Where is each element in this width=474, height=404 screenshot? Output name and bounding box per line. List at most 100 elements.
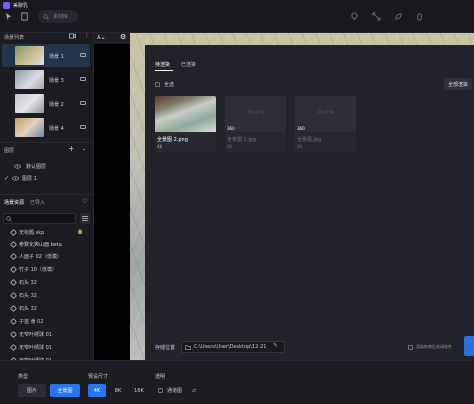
render-dialog: 待渲染 已渲染 全选 全部渲染 全景图 2.png 4K Jing Jing 3… [145, 45, 474, 360]
size-16k-button[interactable]: 16K [129, 384, 149, 397]
list-icon [82, 216, 88, 221]
document-icon[interactable] [20, 12, 29, 21]
panorama-badge: 360 [227, 126, 235, 131]
type-panorama-button[interactable]: 全景图 [50, 384, 80, 397]
swap-icon[interactable]: ⇄ [192, 388, 196, 394]
render-all-button[interactable]: 全部渲染 [444, 78, 472, 90]
save-path-input[interactable]: C:\Users\User\Desktop\12-21 [181, 341, 285, 353]
resource-item[interactable]: 竹子 10（低模） [9, 265, 57, 274]
scene-label: 场景 3 [49, 78, 64, 84]
search-icon [43, 13, 49, 20]
camera-icon[interactable] [80, 101, 86, 105]
model-icon [9, 252, 18, 261]
save-path-value: C:\Users\User\Desktop\12-21 [194, 344, 267, 350]
layer-row[interactable]: ✓ 图层 1 [4, 175, 37, 182]
axis-icon[interactable]: ⅄⌄ [97, 34, 106, 41]
scene-thumbnail [15, 94, 44, 113]
heart-icon[interactable]: ♡ [82, 198, 87, 205]
cursor-icon[interactable] [4, 12, 13, 21]
camera-add-icon[interactable] [69, 33, 76, 39]
select-all-label: 全选 [164, 82, 175, 88]
viewport-toolbar: ⅄⌄ ⚙ [94, 33, 130, 44]
check-icon: ✓ [4, 175, 10, 182]
eye-icon[interactable] [14, 164, 21, 169]
model-icon [9, 317, 18, 326]
card-resolution: 4K [227, 144, 233, 149]
card-resolution: 4K [297, 144, 303, 149]
leaf-icon[interactable] [394, 12, 403, 21]
layer-label: 图层 1 [22, 176, 37, 182]
scene-item-4[interactable]: 场景 4 [2, 116, 90, 139]
scene-list-title: 场景列表 [4, 35, 25, 41]
panorama-badge: 360 [297, 126, 305, 131]
camera-icon[interactable] [80, 125, 86, 129]
checkbox[interactable] [408, 344, 413, 350]
chevron-down-icon[interactable]: ⌄ [82, 146, 86, 152]
left-panel: 场景列表 ⋮ 场景 1 场景 3 场景 2 场景 4 图层 + ⌄ 默认图层 ✓… [0, 32, 94, 365]
render-card[interactable]: Jing Jing 360 全景图 1.jpg 4K [225, 96, 286, 152]
layer-row[interactable]: 默认图层 [14, 163, 46, 170]
expand-icon[interactable] [372, 12, 381, 21]
alpha-channel-checkbox[interactable]: 通道图 ⇄ [158, 387, 196, 394]
list-view-button[interactable] [80, 213, 90, 224]
search-icon [6, 216, 12, 222]
edit-icon[interactable]: ✎ [273, 342, 278, 349]
scene-thumbnail [15, 46, 44, 65]
size-8k-button[interactable]: 8K [109, 384, 127, 397]
resource-item[interactable]: 石头 32 [9, 291, 37, 300]
lightbulb-icon[interactable] [350, 12, 359, 21]
render-card[interactable]: 全景图 2.png 4K [155, 96, 216, 152]
scene-label: 场景 2 [49, 102, 64, 108]
resource-search-input[interactable] [3, 213, 76, 224]
tab-scene-resources[interactable]: 场景资源 [4, 199, 24, 206]
card-name: 全景图 2.png [157, 137, 188, 143]
close-after-label: 渲染结束后关闭软件 [416, 344, 452, 349]
resource-item[interactable]: 人面子 02（低模） [9, 252, 62, 261]
resource-tabs: 场景资源 已导入 [4, 199, 45, 206]
start-render-button[interactable] [464, 336, 474, 356]
resource-item[interactable]: 无标题.skp [9, 228, 44, 237]
tab-rendered[interactable]: 已渲染 [181, 61, 196, 68]
hand-icon[interactable] [415, 12, 424, 21]
gear-icon[interactable]: ⚙ [120, 33, 126, 41]
more-options-icon[interactable]: ⋮ [84, 32, 90, 39]
checkbox[interactable] [158, 388, 163, 393]
top-bar: 美聊乳 素材库 [0, 0, 474, 33]
type-image-button[interactable]: 图片 [18, 384, 46, 397]
material-library-button[interactable]: 素材库 [38, 10, 78, 23]
model-icon [9, 291, 18, 300]
card-resolution: 4K [157, 144, 163, 149]
select-all-checkbox[interactable]: 全选 [155, 81, 174, 88]
type-label: 类型 [18, 374, 29, 380]
scene-item-1[interactable]: 场景 1 [2, 44, 90, 67]
scene-thumbnail [15, 118, 44, 137]
card-name: 全景图 1.jpg [227, 137, 257, 143]
resource-item[interactable]: 石头 32 [9, 278, 37, 287]
model-icon [9, 330, 18, 339]
resource-item[interactable]: 子苗 食 02 [9, 317, 44, 326]
tab-pending-render[interactable]: 待渲染 [155, 61, 170, 68]
model-icon [9, 278, 18, 287]
resource-item[interactable]: 无窄叶绣球 01 [9, 343, 52, 352]
checkbox[interactable] [155, 82, 160, 87]
scene-item-2[interactable]: 场景 2 [2, 92, 90, 115]
resource-item[interactable]: 无窄叶绣球 01 [9, 330, 52, 339]
resource-item[interactable]: 参数化爽山面 beta [9, 240, 62, 249]
viewport-background [94, 33, 130, 360]
render-thumbnail [155, 96, 216, 132]
close-after-render-checkbox[interactable]: 渲染结束后关闭软件 [408, 344, 452, 350]
model-icon [9, 265, 18, 274]
app-logo-icon [3, 2, 10, 9]
resource-item[interactable]: 石头 32 [9, 304, 37, 313]
alpha-label: 透明 [155, 374, 166, 380]
camera-icon[interactable] [80, 77, 86, 81]
render-card[interactable]: Jing Jing 360 全景图.jpg 4K [295, 96, 356, 152]
preset-size-label: 预设尺寸 [88, 374, 109, 380]
camera-icon[interactable] [80, 53, 86, 57]
scene-item-3[interactable]: 场景 3 [2, 68, 90, 91]
size-4k-button[interactable]: 4K [88, 384, 106, 397]
lock-icon[interactable]: 🔒 [77, 229, 83, 235]
tab-imported[interactable]: 已导入 [30, 199, 45, 206]
add-layer-icon[interactable]: + [68, 144, 75, 153]
eye-icon[interactable] [12, 176, 20, 181]
